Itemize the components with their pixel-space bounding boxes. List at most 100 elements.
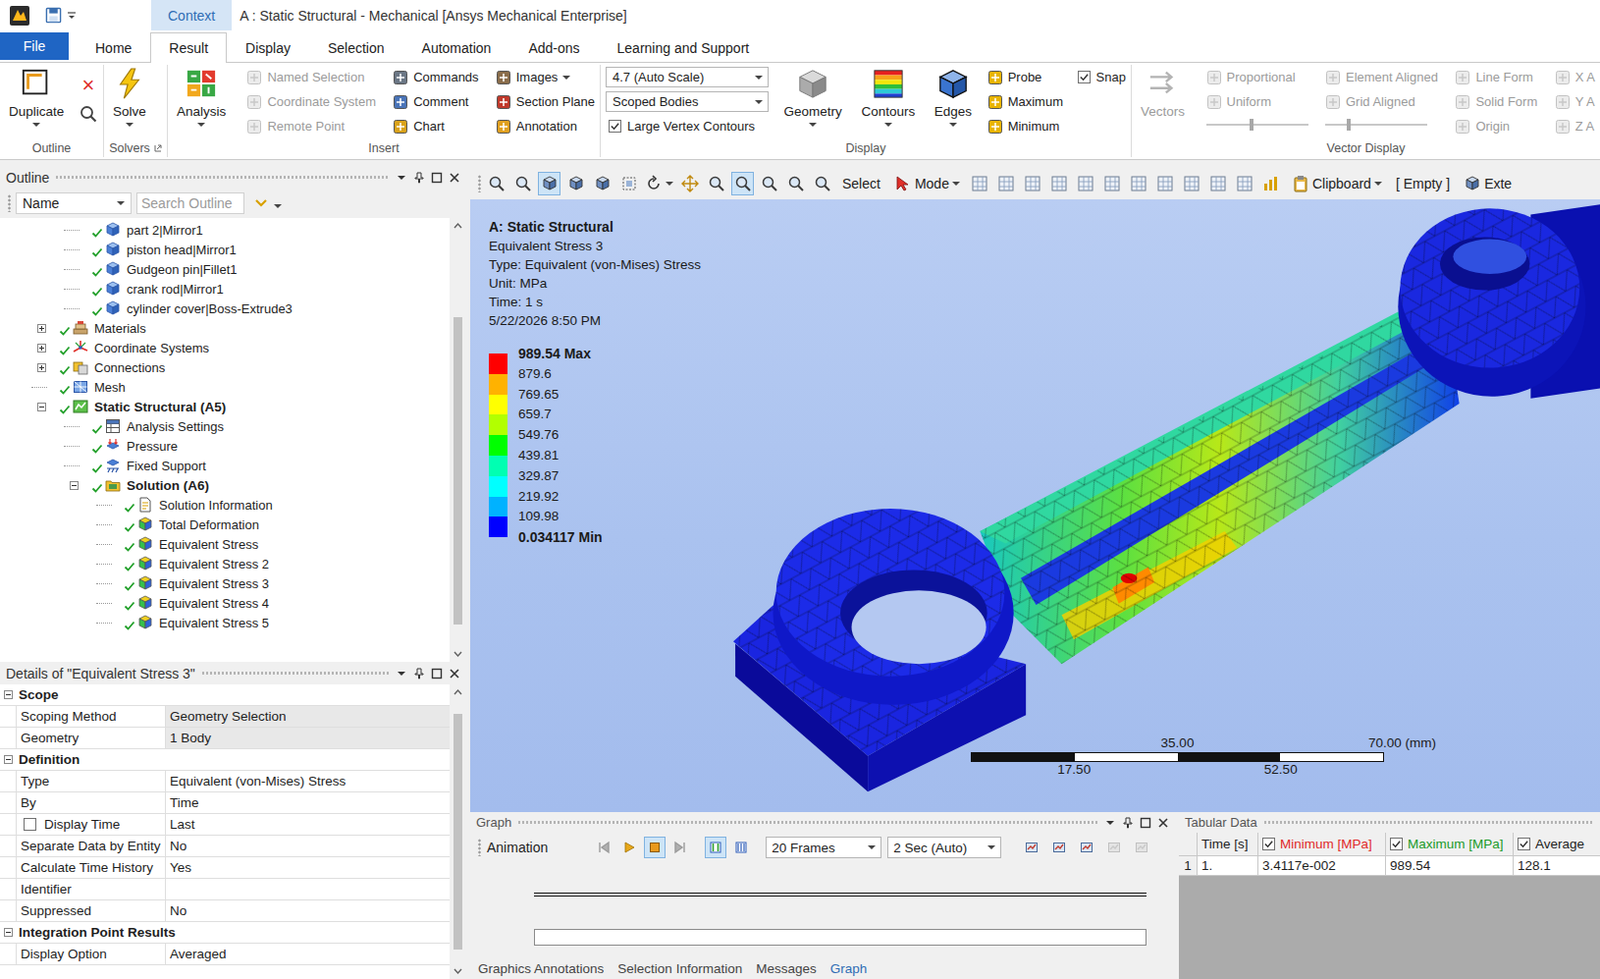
toolbar-button[interactable] [784, 171, 807, 196]
details-row[interactable]: Identifier [0, 878, 450, 901]
pin-icon[interactable] [1121, 816, 1134, 829]
tree-item[interactable]: Solution (A6) [0, 475, 450, 495]
toolbar-button[interactable] [704, 171, 728, 196]
ribbon-large-button[interactable]: Contours [856, 64, 919, 127]
details-row[interactable]: Scoping MethodGeometry Selection [0, 705, 450, 728]
ribbon-small-button[interactable]: Grid Aligned [1325, 89, 1416, 114]
ribbon-tab[interactable]: Automation [403, 32, 511, 62]
duration-dropdown[interactable]: 2 Sec (Auto) [887, 836, 1002, 858]
timeline[interactable] [533, 892, 1147, 897]
save-icon[interactable] [45, 6, 62, 24]
tree-item[interactable]: part 2|Mirror1 [0, 219, 450, 240]
tree-item[interactable]: Total Deformation [0, 514, 450, 534]
column-header[interactable]: Maximum [MPa] [1386, 832, 1514, 855]
tree-item[interactable]: Coordinate Systems [0, 337, 450, 358]
ribbon-tab[interactable]: Learning and Support [598, 32, 769, 62]
animation-timeline[interactable] [470, 861, 1175, 961]
ribbon-small-button[interactable]: Origin [1454, 113, 1510, 139]
toolbar-button[interactable] [564, 171, 587, 196]
result-sets-button[interactable] [730, 836, 752, 858]
toolbar-button[interactable]: Clipboard [1286, 171, 1387, 196]
toolbar-button[interactable] [643, 171, 675, 196]
ribbon-small-button[interactable]: Images [495, 64, 572, 90]
expander-icon[interactable] [37, 402, 47, 412]
ansys-logo-icon[interactable] [9, 5, 30, 26]
ribbon-small-button[interactable]: Minimum [987, 113, 1061, 139]
dropdown-caret-icon[interactable] [116, 201, 125, 206]
details-row[interactable]: Separate Data by EntityNo [0, 835, 450, 857]
distributed-button[interactable] [704, 836, 727, 858]
max-icon[interactable] [430, 171, 443, 184]
ribbon-small-button[interactable]: Maximum [987, 89, 1064, 114]
expander-icon[interactable] [69, 480, 79, 490]
toolbar-button[interactable]: Mode [889, 171, 965, 196]
time-range-bar[interactable] [533, 928, 1147, 946]
ribbon-tab[interactable]: Result [150, 32, 227, 63]
search-icon[interactable] [79, 105, 98, 123]
dropdown-caret-icon[interactable] [1374, 181, 1383, 186]
toolbar-button[interactable]: Select [837, 171, 886, 196]
ribbon-small-button[interactable]: Coordinate System [246, 89, 376, 114]
filter-dropdown[interactable]: Name [15, 192, 132, 214]
ribbon-small-button[interactable]: Section Plane [495, 89, 595, 114]
dialog-launcher-icon[interactable] [154, 144, 162, 153]
dropdown-caret-icon[interactable] [32, 122, 41, 127]
ribbon-large-button[interactable]: Edges [930, 64, 976, 127]
ribbon-tab[interactable]: Selection [309, 32, 404, 62]
column-header[interactable]: Minimum [MPa] [1258, 832, 1387, 855]
panel-tab[interactable]: Messages [755, 960, 817, 979]
details-section[interactable]: Integration Point Results [0, 921, 450, 944]
tree-item[interactable]: Equivalent Stress 3 [0, 573, 450, 593]
ribbon-small-button[interactable]: Named Selection [246, 64, 365, 90]
tree-item[interactable]: piston head|Mirror1 [0, 239, 450, 260]
expander-icon[interactable] [37, 363, 47, 373]
dropdown-caret-icon[interactable] [949, 122, 958, 127]
last-button[interactable] [669, 836, 692, 858]
column-checkbox[interactable] [1517, 837, 1531, 851]
tree-item[interactable]: Equivalent Stress 4 [0, 592, 450, 613]
toolbar-button[interactable]: Exte [1458, 171, 1517, 196]
frames-dropdown[interactable]: 20 Frames [765, 836, 882, 858]
dropdown-caret-icon[interactable] [273, 204, 282, 209]
toolbar-button[interactable] [1021, 171, 1045, 196]
table-cell[interactable]: 1. [1197, 855, 1259, 875]
ribbon-small-button[interactable]: Annotation [495, 113, 578, 139]
details-row[interactable]: Display TimeLast [0, 813, 450, 836]
scroll-up-icon[interactable] [449, 684, 467, 701]
tree-item[interactable]: Pressure [0, 435, 450, 456]
toolbar-button[interactable] [1233, 171, 1257, 196]
toolbar-button[interactable] [1207, 171, 1230, 196]
dropdown-caret-icon[interactable] [867, 845, 876, 850]
graph-tool-button[interactable] [1075, 836, 1098, 858]
ribbon-large-button[interactable]: Duplicate [4, 64, 68, 127]
ribbon-small-button[interactable]: Z A [1554, 113, 1596, 139]
toolbar-button[interactable] [995, 171, 1018, 196]
ribbon-tab[interactable]: Home [76, 32, 151, 62]
toolbar-button[interactable] [968, 171, 992, 196]
details-row[interactable]: ByTime [0, 792, 450, 814]
ribbon-large-button[interactable]: Vectors [1136, 64, 1189, 119]
scroll-down-icon[interactable] [449, 961, 467, 979]
dropdown-caret-icon[interactable] [952, 181, 960, 186]
ribbon-large-button[interactable]: Geometry [780, 64, 847, 127]
close-button[interactable]: × [78, 72, 99, 98]
toolbar-button[interactable] [537, 171, 561, 196]
toolbar-button[interactable] [678, 171, 701, 196]
toolbar-button[interactable] [1180, 171, 1204, 196]
tree-item[interactable]: Connections [0, 357, 450, 377]
details-row[interactable]: Geometry1 Body [0, 727, 450, 749]
column-checkbox[interactable] [1262, 837, 1276, 851]
ribbon-checkbox[interactable]: Snap [1077, 64, 1126, 90]
ribbon-slider[interactable] [1206, 113, 1309, 136]
tree-item[interactable]: Static Structural (A5) [0, 396, 450, 417]
tree-item[interactable]: Equivalent Stress 5 [0, 612, 450, 633]
toolbar-button[interactable] [731, 171, 754, 196]
dropdown-caret-icon[interactable] [754, 100, 763, 105]
caret-icon[interactable] [395, 667, 408, 680]
ribbon-small-button[interactable]: X A [1554, 64, 1596, 90]
graph-tool-button[interactable] [1020, 836, 1043, 858]
table-cell[interactable]: 3.4117e-002 [1258, 855, 1387, 875]
toolbar-button[interactable] [590, 171, 614, 196]
checkbox[interactable] [608, 119, 622, 133]
toolbar-button[interactable] [484, 171, 508, 196]
